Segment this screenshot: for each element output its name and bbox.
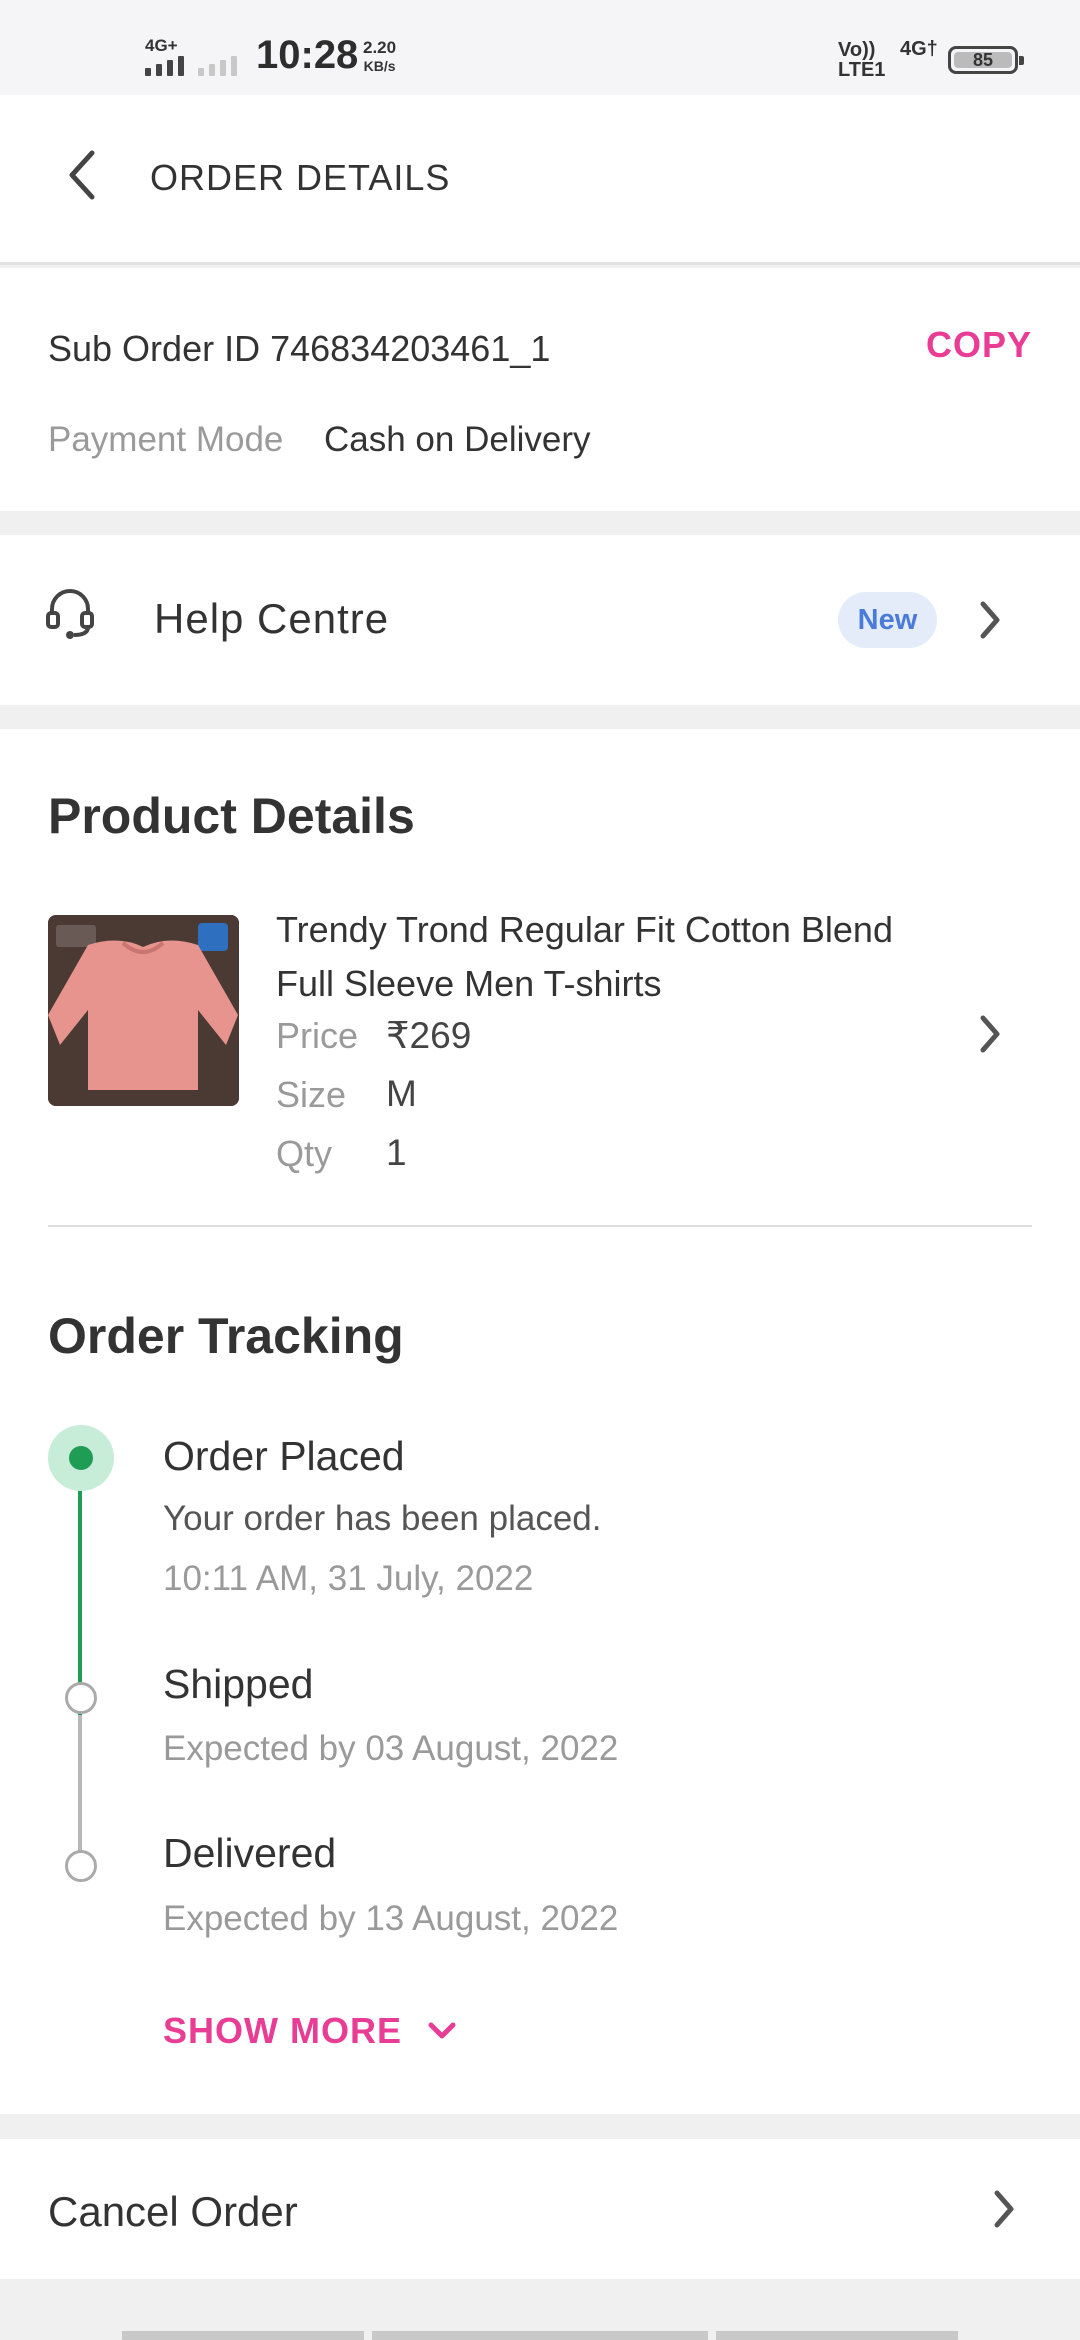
network-type-2: 4G† [900,38,938,60]
bottom-bar-segment [372,2331,708,2340]
battery-level: 85 [972,50,994,70]
back-arrow-icon[interactable] [60,147,110,203]
bottom-bar-segment [122,2331,364,2340]
order-info-card: Sub Order ID 746834203461_1 COPY Payment… [0,268,1080,511]
tracking-line-pending [78,1715,82,1861]
step-desc-delivered: Expected by 13 August, 2022 [163,1899,619,1938]
volte-line-2: LTE1 [838,59,886,81]
copy-button[interactable]: COPY [926,324,1032,366]
new-badge: New [838,592,937,648]
price-value: ₹269 [386,1015,472,1056]
status-bar: 4G+ 10:28 2.20 KB/s Vo)) LTE1 4G† 85 [0,0,1080,95]
qty-value: 1 [386,1132,407,1173]
battery-icon: 85 [948,46,1024,74]
price-label: Price [276,1015,359,1056]
help-centre-row[interactable]: Help Centre New [0,535,1080,705]
show-more-button[interactable]: SHOW MORE [163,2010,402,2052]
speed-value: 2.20 [363,38,397,57]
chevron-down-icon[interactable] [425,2019,459,2043]
step-pending-icon [65,1682,97,1714]
signal-strength-icon [145,56,184,76]
speed-unit: KB/s [363,58,396,74]
product-details-title: Product Details [48,788,415,844]
headset-icon [46,589,94,639]
product-name[interactable]: Trendy Trond Regular Fit Cotton Blend Fu… [276,903,916,1011]
divider [48,1225,1032,1227]
volte-indicator: Vo)) LTE1 [838,40,885,80]
bottom-bar-segment [716,2331,958,2340]
chevron-right-icon [994,2190,1014,2228]
network-type-1: 4G+ [145,36,178,55]
page-title: ORDER DETAILS [150,157,451,198]
step-title-delivered: Delivered [163,1830,337,1876]
app-header: ORDER DETAILS [0,95,1080,265]
help-centre-label: Help Centre [154,595,390,642]
cancel-order-label: Cancel Order [48,2188,298,2235]
step-desc-shipped: Expected by 03 August, 2022 [163,1729,619,1768]
size-label: Size [276,1074,347,1115]
step-desc-order-placed: Your order has been placed. [163,1499,602,1538]
order-tracking-title: Order Tracking [48,1308,404,1364]
step-pending-icon [65,1850,97,1882]
qty-label: Qty [276,1133,333,1174]
size-value: M [386,1073,417,1114]
step-done-icon [48,1425,114,1491]
payment-mode-label: Payment Mode [48,420,284,459]
step-time-order-placed: 10:11 AM, 31 July, 2022 [163,1559,534,1598]
sub-order-id: Sub Order ID 746834203461_1 [48,328,551,369]
product-tracking-card: Product Details Trendy Trond Regular Fit… [0,729,1080,2114]
step-title-shipped: Shipped [163,1661,314,1707]
chevron-right-icon [980,601,1000,639]
network-speed: 2.20 KB/s [363,38,396,76]
volte-line-1: Vo)) [838,39,876,61]
product-image[interactable] [48,915,239,1106]
clock: 10:28 [256,33,359,77]
signal-strength-2-icon [198,56,237,76]
step-title-order-placed: Order Placed [163,1433,405,1479]
payment-mode-value: Cash on Delivery [324,420,591,459]
cancel-order-row[interactable]: Cancel Order [0,2139,1080,2279]
chevron-right-icon[interactable] [975,1012,1005,1056]
